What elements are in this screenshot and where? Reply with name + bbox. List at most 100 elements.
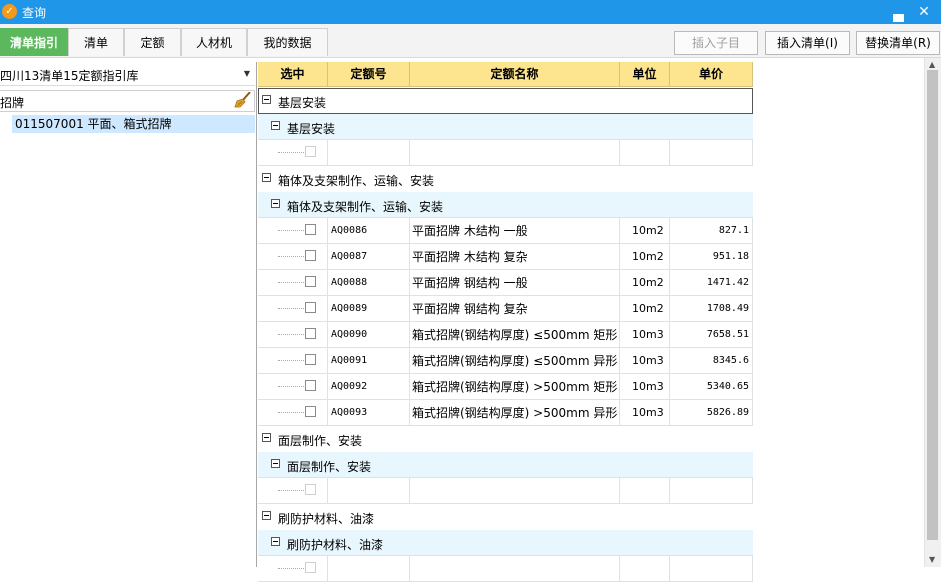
replace-list-button[interactable]: 替换清单(R) <box>856 31 940 55</box>
row-checkbox[interactable] <box>305 380 316 391</box>
price-cell: 7658.51 <box>670 322 753 348</box>
clear-brush-icon[interactable] <box>234 91 251 111</box>
select-cell[interactable] <box>258 244 328 270</box>
row-checkbox[interactable] <box>305 302 316 313</box>
table-row[interactable] <box>258 140 753 166</box>
price-cell <box>670 478 753 504</box>
tab-list[interactable]: 清单 <box>68 28 124 56</box>
table-row[interactable]: AQ0086 平面招牌 木结构 一般 10m2 827.1 <box>258 218 753 244</box>
collapse-icon[interactable] <box>271 537 280 546</box>
table-row[interactable]: AQ0091 箱式招牌(钢结构厚度) ≤500mm 异形 10m3 8345.6 <box>258 348 753 374</box>
row-checkbox[interactable] <box>305 224 316 235</box>
select-cell[interactable] <box>258 270 328 296</box>
column-header-name[interactable]: 定额名称 <box>410 62 620 87</box>
collapse-icon[interactable] <box>262 433 271 442</box>
scroll-up-icon[interactable]: ▲ <box>929 60 935 69</box>
row-checkbox[interactable] <box>305 146 316 157</box>
select-cell[interactable] <box>258 322 328 348</box>
tab-my-data[interactable]: 我的数据 <box>247 28 328 56</box>
insert-child-button[interactable]: 插入子目 <box>674 31 758 55</box>
row-checkbox[interactable] <box>305 354 316 365</box>
name-cell: 平面招牌 木结构 一般 <box>410 218 620 244</box>
table-row[interactable]: AQ0090 箱式招牌(钢结构厚度) ≤500mm 矩形 10m3 7658.51 <box>258 322 753 348</box>
close-button[interactable]: ✕ <box>914 2 934 22</box>
column-header-code[interactable]: 定额号 <box>328 62 410 87</box>
library-select[interactable]: 四川13清单15定额指引库 ▼ <box>0 62 255 86</box>
code-cell: AQ0092 <box>328 374 410 400</box>
minimize-button[interactable] <box>888 2 908 22</box>
price-cell <box>670 140 753 166</box>
tree-connector <box>278 568 306 569</box>
collapse-icon[interactable] <box>262 173 271 182</box>
column-header-unit[interactable]: 单位 <box>620 62 670 87</box>
table-row[interactable] <box>258 556 753 582</box>
code-cell: AQ0091 <box>328 348 410 374</box>
group-row[interactable]: 基层安装 <box>258 88 753 114</box>
tree-connector <box>278 360 306 361</box>
tree-connector <box>278 334 306 335</box>
name-cell: 平面招牌 钢结构 一般 <box>410 270 620 296</box>
select-cell[interactable] <box>258 400 328 426</box>
row-checkbox[interactable] <box>305 250 316 261</box>
tree-connector <box>278 490 306 491</box>
code-cell: AQ0087 <box>328 244 410 270</box>
column-header-price[interactable]: 单价 <box>670 62 753 87</box>
code-cell <box>328 140 410 166</box>
dropdown-arrow-icon[interactable]: ▼ <box>244 69 250 78</box>
row-checkbox[interactable] <box>305 562 316 573</box>
price-cell: 1708.49 <box>670 296 753 322</box>
code-cell: AQ0090 <box>328 322 410 348</box>
table-row[interactable] <box>258 478 753 504</box>
tab-labor-material[interactable]: 人材机 <box>181 28 247 56</box>
select-cell[interactable] <box>258 478 328 504</box>
row-checkbox[interactable] <box>305 328 316 339</box>
price-cell: 1471.42 <box>670 270 753 296</box>
search-input[interactable]: 招牌 <box>0 90 255 112</box>
table-row[interactable]: AQ0092 箱式招牌(钢结构厚度) >500mm 矩形 10m3 5340.65 <box>258 374 753 400</box>
table-row[interactable]: AQ0089 平面招牌 钢结构 复杂 10m2 1708.49 <box>258 296 753 322</box>
library-select-value: 四川13清单15定额指引库 <box>0 69 139 83</box>
subgroup-row[interactable]: 基层安装 <box>258 114 753 140</box>
subgroup-row[interactable]: 箱体及支架制作、运输、安装 <box>258 192 753 218</box>
unit-cell: 10m3 <box>620 400 670 426</box>
subgroup-row[interactable]: 刷防护材料、油漆 <box>258 530 753 556</box>
select-cell[interactable] <box>258 218 328 244</box>
table-row[interactable]: AQ0087 平面招牌 木结构 复杂 10m2 951.18 <box>258 244 753 270</box>
tab-list-guide[interactable]: 清单指引 <box>0 28 68 56</box>
group-row[interactable]: 面层制作、安装 <box>258 426 753 452</box>
name-cell <box>410 478 620 504</box>
tab-quota[interactable]: 定额 <box>124 28 181 56</box>
select-cell[interactable] <box>258 374 328 400</box>
code-cell: AQ0089 <box>328 296 410 322</box>
vertical-scrollbar[interactable]: ▲ ▼ <box>924 58 941 567</box>
collapse-icon[interactable] <box>262 511 271 520</box>
group-row[interactable]: 刷防护材料、油漆 <box>258 504 753 530</box>
tree-connector <box>278 282 306 283</box>
unit-cell <box>620 140 670 166</box>
group-title: 刷防护材料、油漆 <box>278 512 375 526</box>
collapse-icon[interactable] <box>271 121 280 130</box>
table-row[interactable]: AQ0093 箱式招牌(钢结构厚度) >500mm 异形 10m3 5826.89 <box>258 400 753 426</box>
collapse-icon[interactable] <box>271 459 280 468</box>
tree-item-selected[interactable]: 011507001 平面、箱式招牌 <box>12 115 255 133</box>
row-checkbox[interactable] <box>305 406 316 417</box>
table-row[interactable]: AQ0088 平面招牌 钢结构 一般 10m2 1471.42 <box>258 270 753 296</box>
subgroup-title: 基层安装 <box>287 122 336 136</box>
select-cell[interactable] <box>258 140 328 166</box>
name-cell <box>410 556 620 582</box>
tree-connector <box>278 308 306 309</box>
subgroup-row[interactable]: 面层制作、安装 <box>258 452 753 478</box>
column-header-select[interactable]: 选中 <box>258 62 328 87</box>
collapse-icon[interactable] <box>271 199 280 208</box>
collapse-icon[interactable] <box>262 95 271 104</box>
tab-bar: 清单指引 清单 定额 人材机 我的数据 插入子目 插入清单(I) 替换清单(R) <box>0 24 941 58</box>
select-cell[interactable] <box>258 556 328 582</box>
scrollbar-thumb[interactable] <box>927 70 938 540</box>
row-checkbox[interactable] <box>305 276 316 287</box>
insert-list-button[interactable]: 插入清单(I) <box>765 31 850 55</box>
row-checkbox[interactable] <box>305 484 316 495</box>
select-cell[interactable] <box>258 348 328 374</box>
scroll-down-icon[interactable]: ▼ <box>929 555 935 564</box>
select-cell[interactable] <box>258 296 328 322</box>
group-row[interactable]: 箱体及支架制作、运输、安装 <box>258 166 753 192</box>
